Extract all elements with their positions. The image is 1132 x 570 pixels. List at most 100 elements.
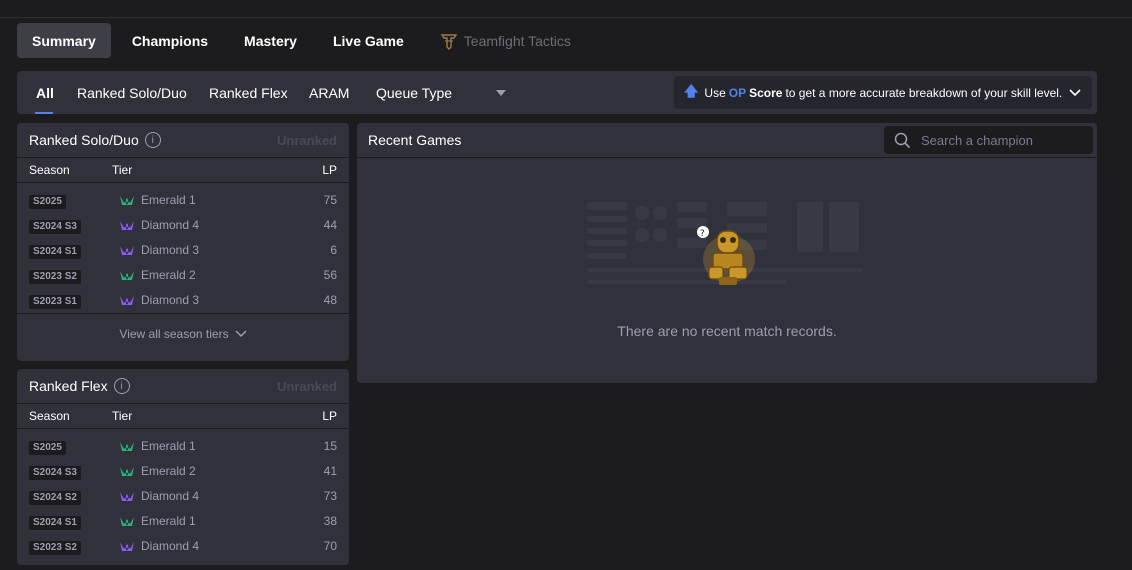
top-strip [0, 0, 1132, 18]
diamond-tier-icon [120, 296, 134, 305]
tier-label: Diamond 3 [141, 293, 200, 307]
queue-filter-bar: All Ranked Solo/Duo Ranked Flex ARAM Que… [17, 71, 1097, 114]
tier-label: Emerald 1 [141, 439, 196, 453]
tab-mastery[interactable]: Mastery [229, 23, 312, 58]
queue-type-label: Queue Type [376, 84, 453, 101]
tab-live-game[interactable]: Live Game [318, 23, 419, 58]
tier-cell: Emerald 1 [119, 514, 196, 528]
column-season: Season [29, 409, 70, 423]
table-row: S2024 S1 Emerald 1 38 [17, 509, 349, 534]
tier-cell: Diamond 3 [119, 293, 199, 307]
active-tab-indicator [35, 112, 53, 114]
ranked-solo-column-headers: Season Tier LP [17, 158, 349, 183]
tab-champions[interactable]: Champions [117, 23, 223, 58]
tier-cell: Emerald 2 [119, 464, 196, 478]
recent-games-panel: Recent Games ? [357, 123, 1097, 383]
lp-value: 41 [323, 464, 337, 478]
season-badge: S2023 S1 [29, 295, 81, 309]
svg-text:?: ? [700, 229, 705, 239]
column-lp: LP [322, 409, 337, 423]
diamond-tier-icon [120, 221, 134, 230]
ranked-solo-status: Unranked [277, 133, 337, 148]
tab-tft-label: Teamfight Tactics [463, 32, 571, 49]
recent-games-header: Recent Games [357, 123, 1097, 158]
lp-value: 48 [323, 293, 337, 307]
tier-label: Diamond 4 [141, 539, 200, 553]
season-badge: S2024 S3 [29, 466, 81, 480]
ranked-flex-card: Ranked Flex i Unranked Season Tier LP S2… [17, 369, 349, 565]
table-row: S2025 Emerald 1 15 [17, 434, 349, 459]
op-banner-op: OP [728, 85, 747, 100]
op-banner-score: Score [749, 85, 783, 100]
champion-search[interactable] [884, 126, 1093, 154]
caret-down-icon [496, 89, 506, 96]
ranked-flex-title: Ranked Flex [29, 378, 108, 394]
lp-value: 73 [323, 489, 337, 503]
season-badge: S2024 S3 [29, 220, 81, 234]
column-tier: Tier [112, 409, 133, 423]
search-input[interactable] [921, 132, 1081, 148]
table-row: S2023 S2 Emerald 2 56 [17, 263, 349, 288]
tab-summary[interactable]: Summary [17, 23, 111, 58]
table-row: S2024 S2 Diamond 4 73 [17, 484, 349, 509]
lp-value: 56 [323, 268, 337, 282]
queue-tab-ranked-solo[interactable]: Ranked Solo/Duo [77, 71, 187, 114]
season-badge: S2023 S2 [29, 270, 81, 284]
recent-games-title: Recent Games [368, 132, 462, 148]
tier-cell: Diamond 4 [119, 218, 199, 232]
tier-cell: Emerald 1 [119, 193, 196, 207]
tier-label: Emerald 1 [141, 514, 196, 528]
search-icon [894, 132, 911, 148]
season-badge: S2024 S1 [29, 245, 81, 259]
op-score-banner[interactable]: 🡅 Use OP Score to get a more accurate br… [674, 76, 1092, 109]
emerald-tier-icon [120, 196, 134, 205]
tier-cell: Diamond 4 [119, 489, 199, 503]
op-banner-suffix: to get a more accurate breakdown of your… [785, 85, 1063, 100]
column-season: Season [29, 163, 70, 177]
tft-logo-icon [440, 33, 458, 50]
emerald-tier-icon [120, 271, 134, 280]
chevron-down-icon [235, 329, 247, 337]
view-all-season-tiers-button[interactable]: View all season tiers [17, 313, 349, 353]
ranked-solo-rows: S2025 Emerald 1 75 S2024 S3 Diamond 4 44 S2024… [17, 183, 349, 313]
ranked-flex-status: Unranked [277, 379, 337, 394]
table-row: S2025 Emerald 1 75 [17, 188, 349, 213]
ranked-solo-header: Ranked Solo/Duo i Unranked [17, 123, 349, 158]
blitzcrank-emote-icon: ? [697, 226, 755, 285]
ranked-flex-header: Ranked Flex i Unranked [17, 369, 349, 404]
season-badge: S2025 [29, 441, 66, 455]
lp-value: 6 [330, 243, 337, 257]
lp-value: 15 [323, 439, 337, 453]
queue-tab-ranked-flex[interactable]: Ranked Flex [209, 71, 288, 114]
emerald-tier-icon [120, 442, 134, 451]
tier-cell: Diamond 4 [119, 539, 199, 553]
tier-label: Diamond 4 [141, 218, 200, 232]
info-icon[interactable]: i [113, 378, 130, 394]
table-row: S2024 S3 Emerald 2 41 [17, 459, 349, 484]
empty-state-message: There are no recent match records. [617, 323, 837, 339]
chevron-down-icon[interactable] [1068, 85, 1082, 99]
table-row: S2023 S1 Diamond 3 48 [17, 288, 349, 313]
queue-tab-aram[interactable]: ARAM [309, 71, 349, 114]
season-badge: S2023 S2 [29, 541, 81, 555]
tier-label: Emerald 2 [141, 464, 196, 478]
queue-type-dropdown[interactable]: Queue Type [376, 71, 506, 114]
main-tabs: Summary Champions Mastery Live Game Team… [17, 23, 592, 58]
emerald-tier-icon [120, 467, 134, 476]
ranked-flex-rows: S2025 Emerald 1 15 S2024 S3 Emerald 2 41 S2024… [17, 429, 349, 559]
tier-label: Diamond 3 [141, 243, 200, 257]
lp-value: 44 [323, 218, 337, 232]
tier-cell: Emerald 1 [119, 439, 196, 453]
tab-teamfight-tactics[interactable]: Teamfight Tactics [425, 23, 586, 58]
info-icon[interactable]: i [144, 132, 161, 148]
column-lp: LP [322, 163, 337, 177]
tier-cell: Diamond 3 [119, 243, 199, 257]
diamond-tier-icon [120, 246, 134, 255]
diamond-tier-icon [120, 492, 134, 501]
table-row: S2023 S2 Diamond 4 70 [17, 534, 349, 559]
emerald-tier-icon [120, 517, 134, 526]
ranked-flex-column-headers: Season Tier LP [17, 404, 349, 429]
column-tier: Tier [112, 163, 133, 177]
tier-label: Emerald 2 [141, 268, 196, 282]
queue-tab-all[interactable]: All [36, 71, 54, 114]
